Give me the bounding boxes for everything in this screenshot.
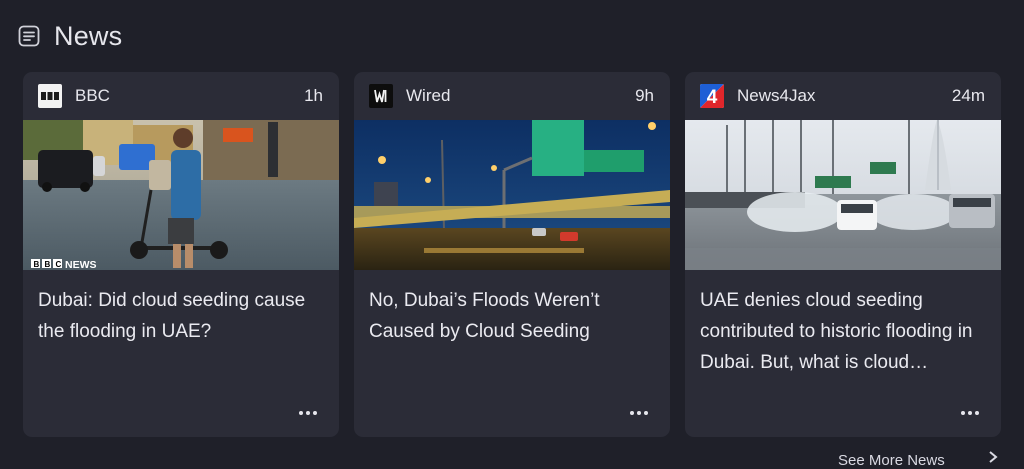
news-section-header[interactable]: News xyxy=(16,18,122,54)
more-options-button[interactable] xyxy=(291,401,325,425)
more-options-button[interactable] xyxy=(622,401,656,425)
news4jax-logo-text: 4 xyxy=(707,87,718,108)
news-card-news4jax[interactable]: 4 News4Jax 24m UAE denies cloud seeding … xyxy=(685,72,1001,437)
source-name: Wired xyxy=(406,86,451,105)
news-card-wired[interactable]: Wired 9h No, Dubai’s Floods Weren’t Caus… xyxy=(354,72,670,437)
source-name: News4Jax xyxy=(737,86,816,105)
more-dots-icon xyxy=(961,411,965,415)
news-list-icon xyxy=(16,23,42,49)
publish-time: 24m xyxy=(951,86,985,105)
news4jax-logo-icon: 4 xyxy=(700,84,724,108)
news-cards-row: BBC 1h B B C NEWS Dubai: Did cloud seedi… xyxy=(23,72,1001,437)
card-source-bar: 4 News4Jax 24m xyxy=(685,72,1001,120)
svg-text:B: B xyxy=(45,260,51,269)
news-card-bbc[interactable]: BBC 1h B B C NEWS Dubai: Did cloud seedi… xyxy=(23,72,339,437)
more-options-button[interactable] xyxy=(953,401,987,425)
see-more-news-link[interactable]: See More News xyxy=(838,452,945,469)
publish-time: 1h xyxy=(304,86,323,105)
card-source-bar: Wired 9h xyxy=(354,72,670,120)
publish-time: 9h xyxy=(635,86,654,105)
chevron-right-icon[interactable] xyxy=(986,450,1000,464)
article-thumbnail[interactable] xyxy=(354,120,670,270)
source-name: BBC xyxy=(75,86,110,105)
svg-text:NEWS: NEWS xyxy=(65,259,97,270)
article-headline[interactable]: No, Dubai’s Floods Weren’t Caused by Clo… xyxy=(354,270,670,347)
wired-logo-icon xyxy=(369,84,393,108)
card-source-bar: BBC 1h xyxy=(23,72,339,120)
more-dots-icon xyxy=(299,411,303,415)
svg-text:B: B xyxy=(34,260,40,269)
more-dots-icon xyxy=(630,411,634,415)
article-headline[interactable]: UAE denies cloud seeding contributed to … xyxy=(685,270,1001,378)
article-thumbnail[interactable]: B B C NEWS xyxy=(23,120,339,270)
bbc-logo-icon xyxy=(38,84,62,108)
section-title: News xyxy=(54,20,123,51)
svg-text:C: C xyxy=(56,260,62,269)
article-thumbnail[interactable] xyxy=(685,120,1001,270)
article-headline[interactable]: Dubai: Did cloud seeding cause the flood… xyxy=(23,270,339,347)
